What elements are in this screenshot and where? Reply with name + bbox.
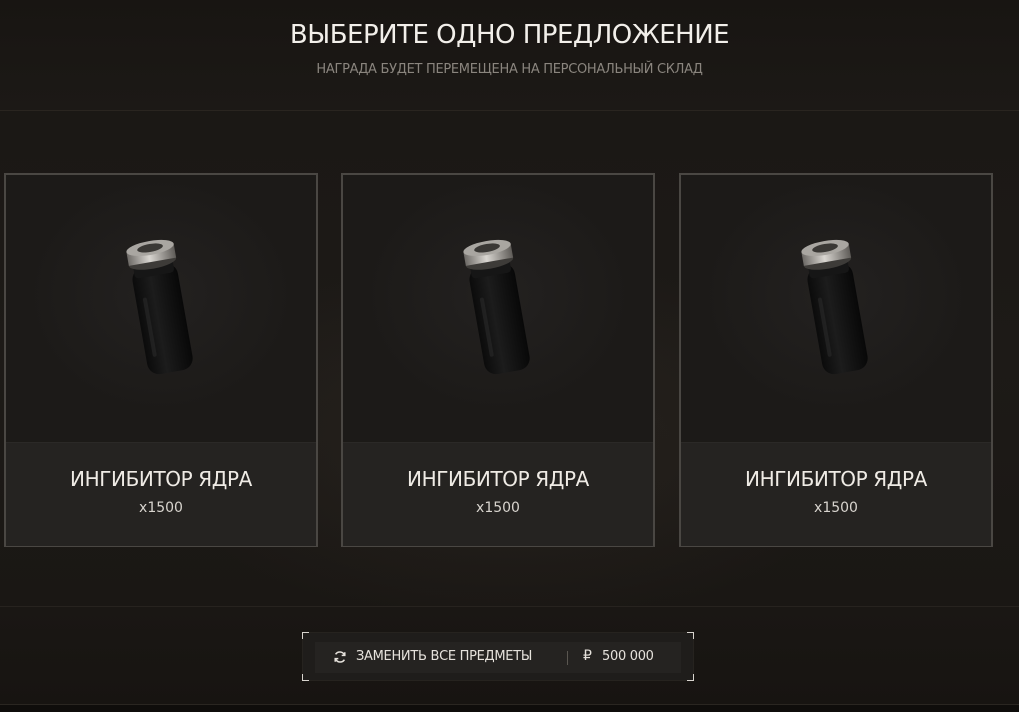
bottom-edge — [0, 704, 1019, 712]
reroll-inner: ЗАМЕНИТЬ ВСЕ ПРЕДМЕТЫ ₽ 500 000 — [315, 642, 681, 673]
page-title: ВЫБЕРИТЕ ОДНО ПРЕДЛОЖЕНИЕ — [289, 20, 730, 50]
reroll-label: ЗАМЕНИТЬ ВСЕ ПРЕДМЕТЫ — [356, 649, 533, 664]
corner-bracket — [302, 632, 309, 639]
offer-footer: ИНГИБИТОР ЯДРА x1500 — [6, 442, 316, 546]
offer-image — [343, 175, 653, 441]
offer-card[interactable]: ИНГИБИТОР ЯДРА x1500 — [679, 173, 993, 547]
offer-quantity: x1500 — [139, 500, 183, 516]
ruble-icon: ₽ — [583, 648, 592, 664]
reroll-price: 500 000 — [602, 649, 654, 664]
offer-name: ИНГИБИТОР ЯДРА — [745, 467, 927, 491]
corner-bracket — [687, 674, 694, 681]
offer-selection-screen: ВЫБЕРИТЕ ОДНО ПРЕДЛОЖЕНИЕ НАГРАДА БУДЕТ … — [0, 0, 1019, 712]
offer-image — [681, 175, 991, 441]
corner-bracket — [687, 632, 694, 639]
corner-bracket — [302, 674, 309, 681]
offer-list: ИНГИБИТОР ЯДРА x1500 ИНГИБИТОР ЯДРА x150… — [0, 173, 1019, 547]
offer-quantity: x1500 — [814, 500, 858, 516]
offer-card[interactable]: ИНГИБИТОР ЯДРА x1500 — [341, 173, 655, 547]
header: ВЫБЕРИТЕ ОДНО ПРЕДЛОЖЕНИЕ НАГРАДА БУДЕТ … — [0, 0, 1019, 111]
vial-icon — [463, 239, 530, 375]
refresh-icon — [334, 651, 346, 663]
offer-footer: ИНГИБИТОР ЯДРА x1500 — [343, 442, 653, 546]
vial-icon — [126, 239, 193, 375]
offer-image — [6, 175, 316, 441]
offer-footer: ИНГИБИТОР ЯДРА x1500 — [681, 442, 991, 546]
divider — [567, 651, 568, 665]
vial-icon — [801, 239, 868, 375]
offer-name: ИНГИБИТОР ЯДРА — [407, 467, 589, 491]
offer-card[interactable]: ИНГИБИТОР ЯДРА x1500 — [4, 173, 318, 547]
offer-quantity: x1500 — [476, 500, 520, 516]
offer-name: ИНГИБИТОР ЯДРА — [70, 467, 252, 491]
reroll-all-button[interactable]: ЗАМЕНИТЬ ВСЕ ПРЕДМЕТЫ ₽ 500 000 — [302, 632, 694, 681]
page-subtitle: НАГРАДА БУДЕТ ПЕРЕМЕЩЕНА НА ПЕРСОНАЛЬНЫЙ… — [316, 62, 703, 77]
